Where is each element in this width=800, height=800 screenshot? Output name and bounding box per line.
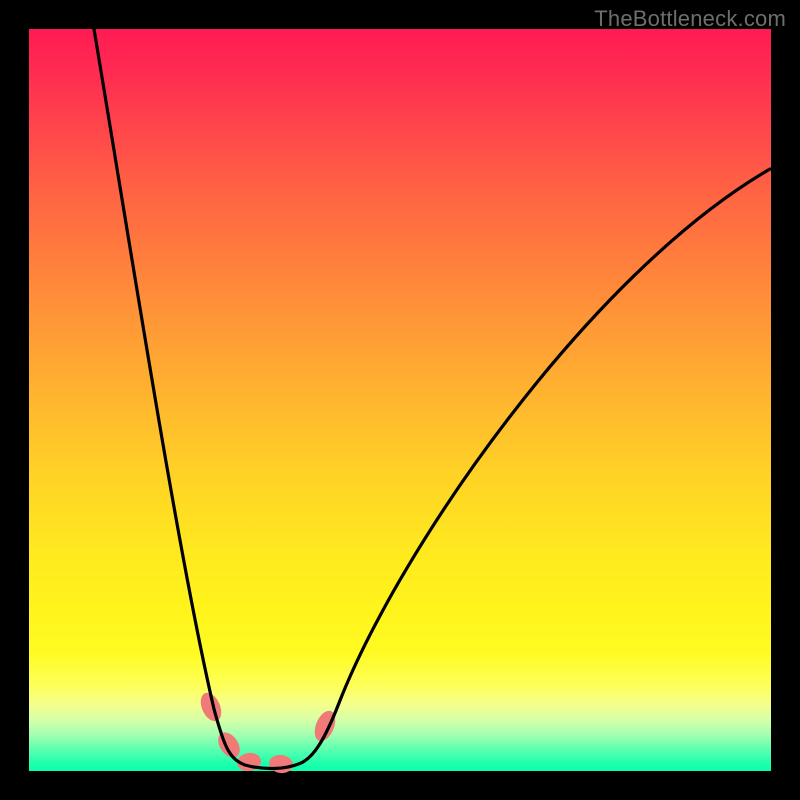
marker-group xyxy=(197,690,340,775)
chart-svg xyxy=(29,29,771,771)
marker-4 xyxy=(268,753,294,774)
chart-plot-area xyxy=(29,29,771,771)
bottleneck-curve xyxy=(94,29,770,769)
marker-2 xyxy=(214,728,245,761)
